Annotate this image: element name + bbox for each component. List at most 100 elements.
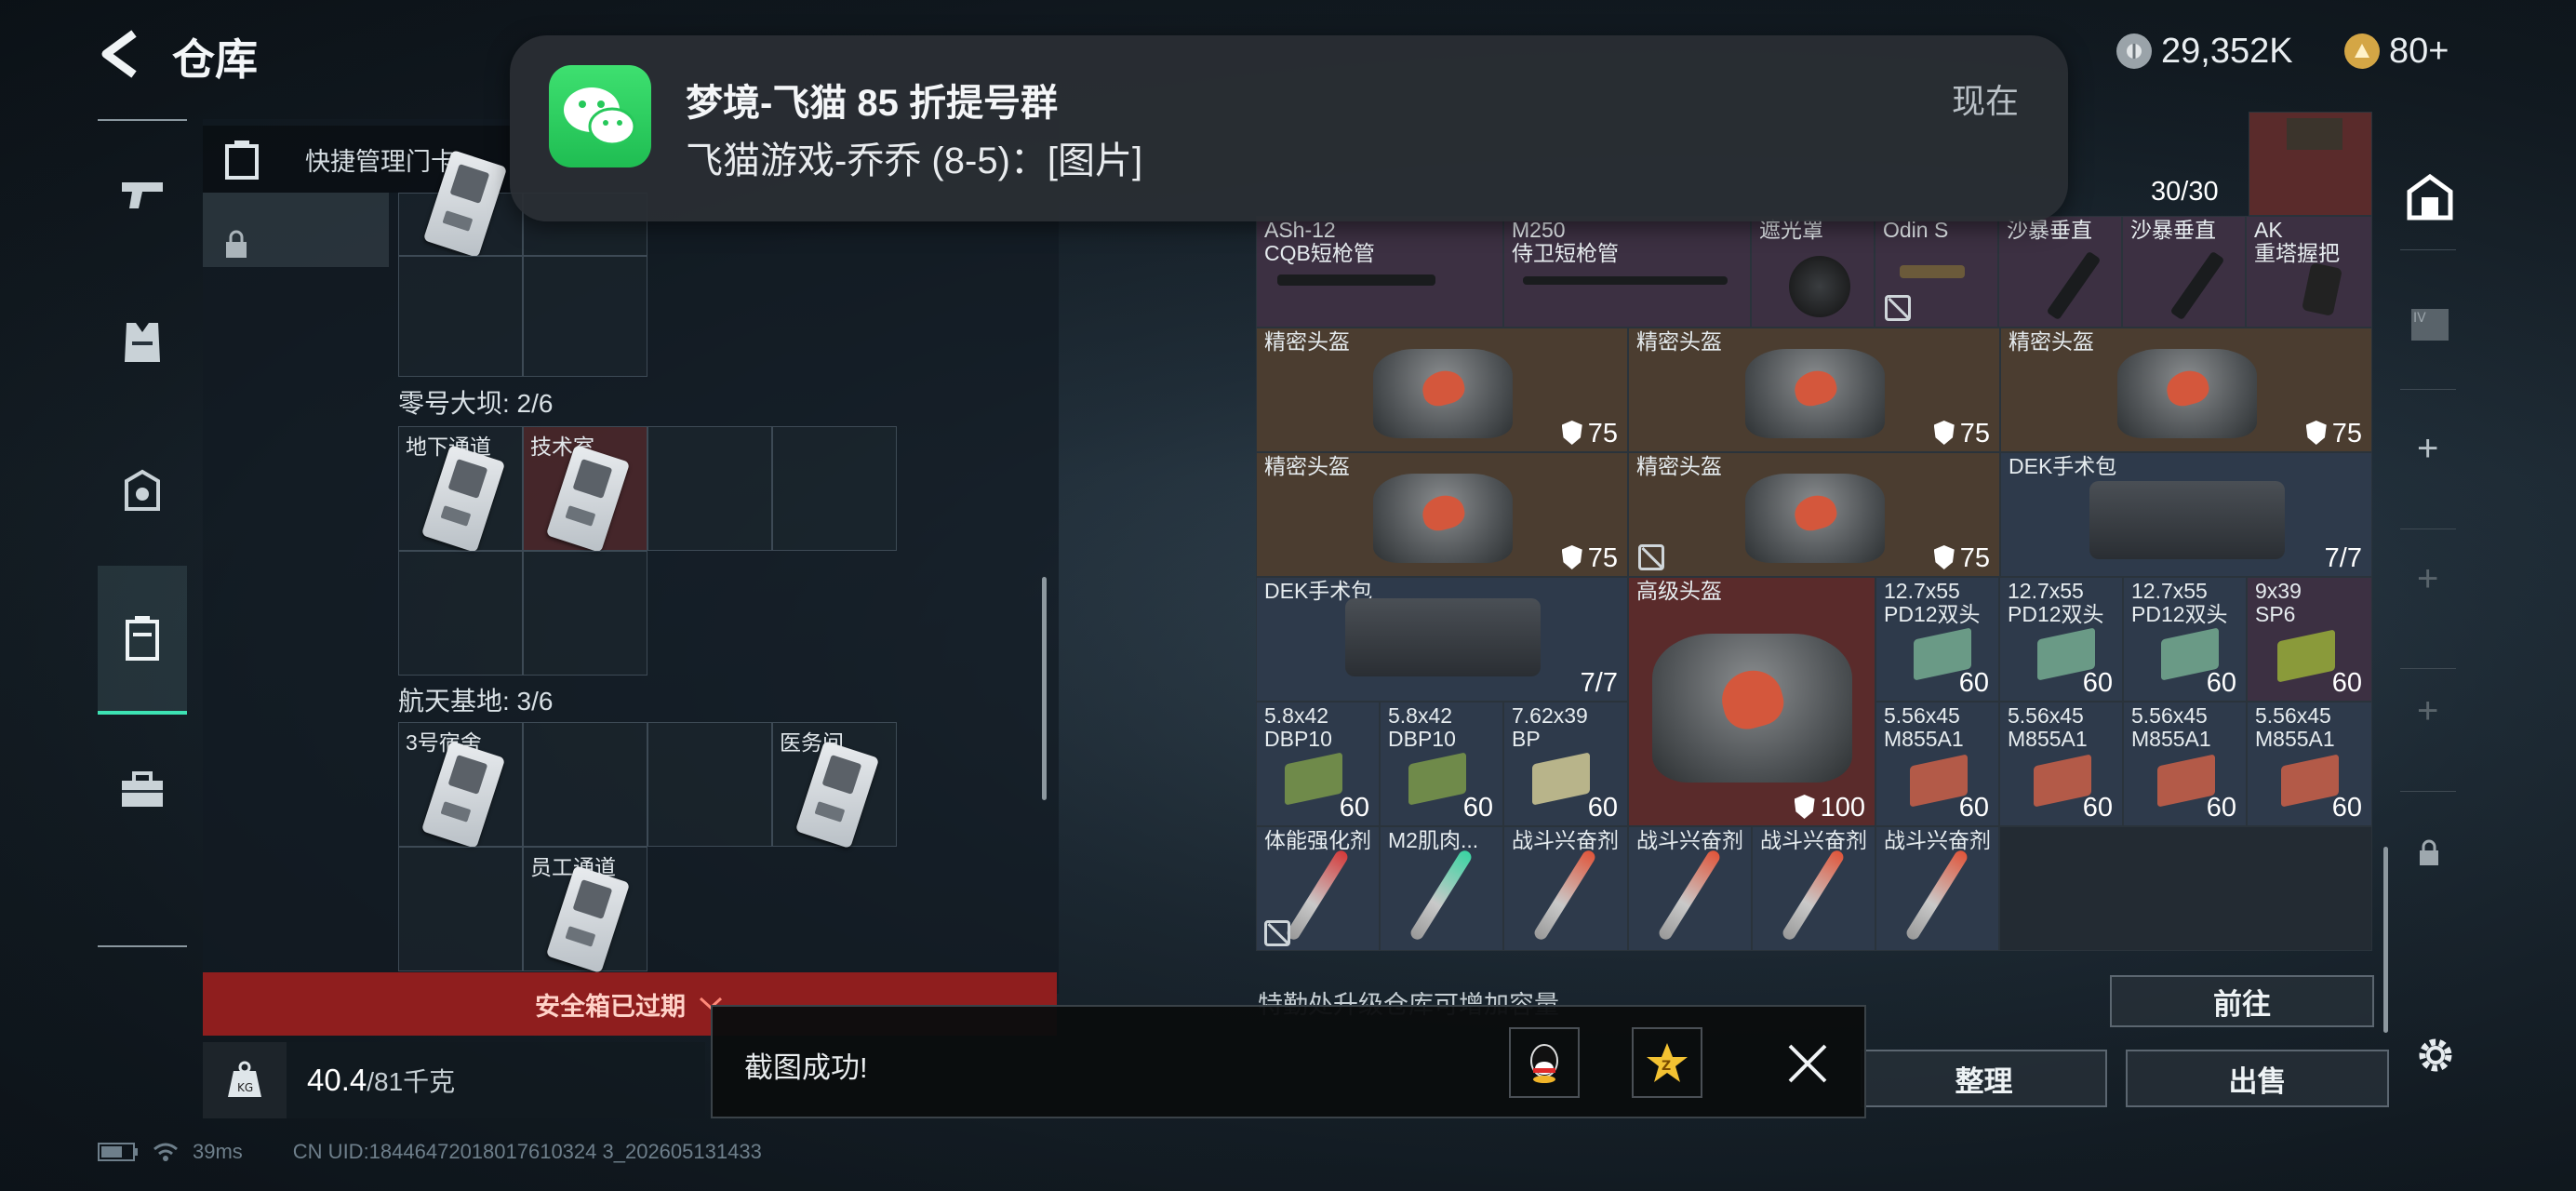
right-scrollbar[interactable] (2383, 847, 2388, 1033)
item-cell[interactable]: 精密头盔 75 (1628, 452, 2000, 577)
rail-divider (2400, 791, 2456, 792)
item-cell[interactable]: 战斗兴奋剂 (1628, 826, 1752, 951)
item-cell[interactable]: 高级头盔 100 (1628, 577, 1875, 826)
item-name: 5.8x42 DBP10 (1264, 703, 1332, 751)
item-name: 遮光罩 (1759, 218, 1823, 242)
add-storage-icon[interactable]: + (2417, 428, 2438, 470)
no-insure-icon (1638, 544, 1664, 570)
item-count: 7/7 (2324, 543, 2362, 573)
keycard-slot[interactable] (398, 847, 523, 971)
warehouse-icon[interactable] (2406, 173, 2454, 221)
item-cell[interactable]: DEK手术包 7/7 (2000, 452, 2372, 577)
keycard-slot[interactable]: 技术室 (523, 426, 647, 554)
sidebar-item-gear[interactable] (98, 417, 187, 566)
item-image (1277, 274, 1435, 286)
item-cell[interactable]: 战斗兴奋剂 (1875, 826, 1999, 951)
status-bar: 39ms CN UID:18446472018017610324 3_20260… (98, 1140, 762, 1164)
settings-gear-icon[interactable] (2411, 1031, 2460, 1079)
sidebar-item-toolbox[interactable] (98, 715, 187, 863)
sort-button[interactable]: 整理 (1861, 1050, 2107, 1107)
keycard-image (794, 740, 880, 850)
item-cell[interactable]: 9x39 SP6 60 (2247, 577, 2372, 702)
toast-message: 截图成功! (744, 1051, 868, 1084)
keycard-slot[interactable] (523, 722, 647, 847)
empty-slot[interactable] (1999, 826, 2372, 951)
item-cell[interactable]: 精密头盔 75 (1256, 328, 1628, 452)
item-cell[interactable]: 12.7x55 PD12双头 60 (1875, 577, 1999, 702)
item-cell[interactable]: M2肌肉... (1380, 826, 1503, 951)
storage-tier-icon[interactable]: IV (2408, 300, 2452, 344)
close-icon[interactable] (1786, 1042, 1829, 1085)
sell-button[interactable]: 出售 (2126, 1050, 2389, 1107)
item-image (1656, 848, 1723, 943)
sidebar-item-weapons[interactable] (98, 119, 187, 268)
ticket-amount[interactable]: 80+ (2389, 32, 2449, 72)
safe-box-label: 安全箱已过期 (535, 992, 686, 1021)
item-cell[interactable]: 5.56x45 M855A1 60 (2247, 702, 2372, 826)
keycard-slot[interactable]: 员工通道 (523, 847, 647, 974)
item-cell[interactable] (2249, 112, 2372, 216)
add-storage-icon[interactable]: + (2417, 690, 2438, 732)
item-cell[interactable]: 精密头盔 75 (2000, 328, 2372, 452)
item-cell[interactable]: 沙暴垂直 (1998, 216, 2122, 328)
item-name: 5.56x45 M855A1 (2255, 703, 2335, 751)
item-image (1789, 256, 1850, 317)
share-qzone-button[interactable]: Z (1632, 1027, 1702, 1098)
keycard-image (545, 864, 631, 974)
no-insure-icon (1264, 920, 1290, 946)
keycard-slot[interactable] (523, 256, 647, 377)
goto-button[interactable]: 前往 (2110, 975, 2374, 1027)
lock-icon (226, 230, 247, 258)
keycard-slot[interactable] (398, 256, 523, 377)
item-name: 精密头盔 (1264, 329, 1350, 354)
keycard-slot[interactable]: 医务间 (772, 722, 897, 850)
item-cell[interactable]: AK 重塔握把 (2246, 216, 2372, 328)
item-cell[interactable]: 5.56x45 M855A1 60 (2123, 702, 2247, 826)
item-cell[interactable]: 精密头盔 75 (1256, 452, 1628, 577)
keycard-slot[interactable] (523, 551, 647, 676)
item-cell[interactable]: 遮光罩 (1751, 216, 1875, 328)
left-scrollbar[interactable] (1042, 577, 1047, 800)
sidebar-item-armor[interactable] (98, 268, 187, 417)
item-cell[interactable]: 12.7x55 PD12双头 60 (2123, 577, 2247, 702)
item-count: 60 (2206, 668, 2236, 698)
page-title: 仓库 (172, 35, 258, 84)
sidebar-item-keycards[interactable] (98, 566, 187, 715)
wechat-notification[interactable] (510, 35, 2068, 221)
item-image (1900, 265, 1965, 278)
keycard-slot[interactable]: 3号宿舍 (398, 722, 523, 850)
item-cell[interactable]: 5.8x42 DBP10 60 (1256, 702, 1380, 826)
item-cell[interactable]: 5.8x42 DBP10 60 (1380, 702, 1503, 826)
item-cell[interactable]: 12.7x55 PD12双头 60 (1999, 577, 2123, 702)
item-image (2046, 250, 2102, 321)
weight-bar: KG 40.4 /81千克 (203, 1042, 705, 1118)
item-cell[interactable]: 7.62x39 BP 60 (1503, 702, 1628, 826)
equipped-slot[interactable] (203, 193, 389, 267)
keycard-slot[interactable] (398, 551, 523, 676)
item-cell[interactable]: 5.56x45 M855A1 60 (1999, 702, 2123, 826)
keycard-slot[interactable] (647, 722, 772, 847)
keycard-slot[interactable] (772, 426, 897, 551)
item-cell[interactable]: 战斗兴奋剂 (1752, 826, 1875, 951)
item-cell[interactable]: DEK手术包 7/7 (1256, 577, 1628, 702)
item-cell[interactable]: ASh-12 CQB短枪管 (1256, 216, 1503, 328)
item-cell[interactable]: 战斗兴奋剂 (1503, 826, 1628, 951)
wifi-icon (153, 1143, 178, 1161)
item-cell[interactable]: 体能强化剂 (1256, 826, 1380, 951)
item-cell[interactable]: 精密头盔 75 (1628, 328, 2000, 452)
item-cell[interactable]: 5.56x45 M855A1 60 (1875, 702, 1999, 826)
keycard-slot[interactable] (647, 426, 772, 551)
item-cell[interactable]: 沙暴垂直 (2122, 216, 2246, 328)
add-storage-icon[interactable]: + (2417, 558, 2438, 600)
item-image (1903, 848, 1970, 943)
back-icon[interactable] (93, 28, 149, 80)
item-cell[interactable]: Odin S (1875, 216, 1998, 328)
item-cell[interactable]: M250 侍卫短枪管 (1503, 216, 1751, 328)
keycard-slot[interactable]: 地下通道 (398, 426, 523, 554)
right-rail: IV + + + (2400, 121, 2456, 1005)
keycard-slot[interactable] (398, 149, 523, 259)
wechat-app-icon (549, 65, 651, 167)
item-count: 30/30 (2151, 177, 2219, 207)
share-qq-button[interactable] (1509, 1027, 1580, 1098)
armor-icon (1561, 545, 1582, 569)
